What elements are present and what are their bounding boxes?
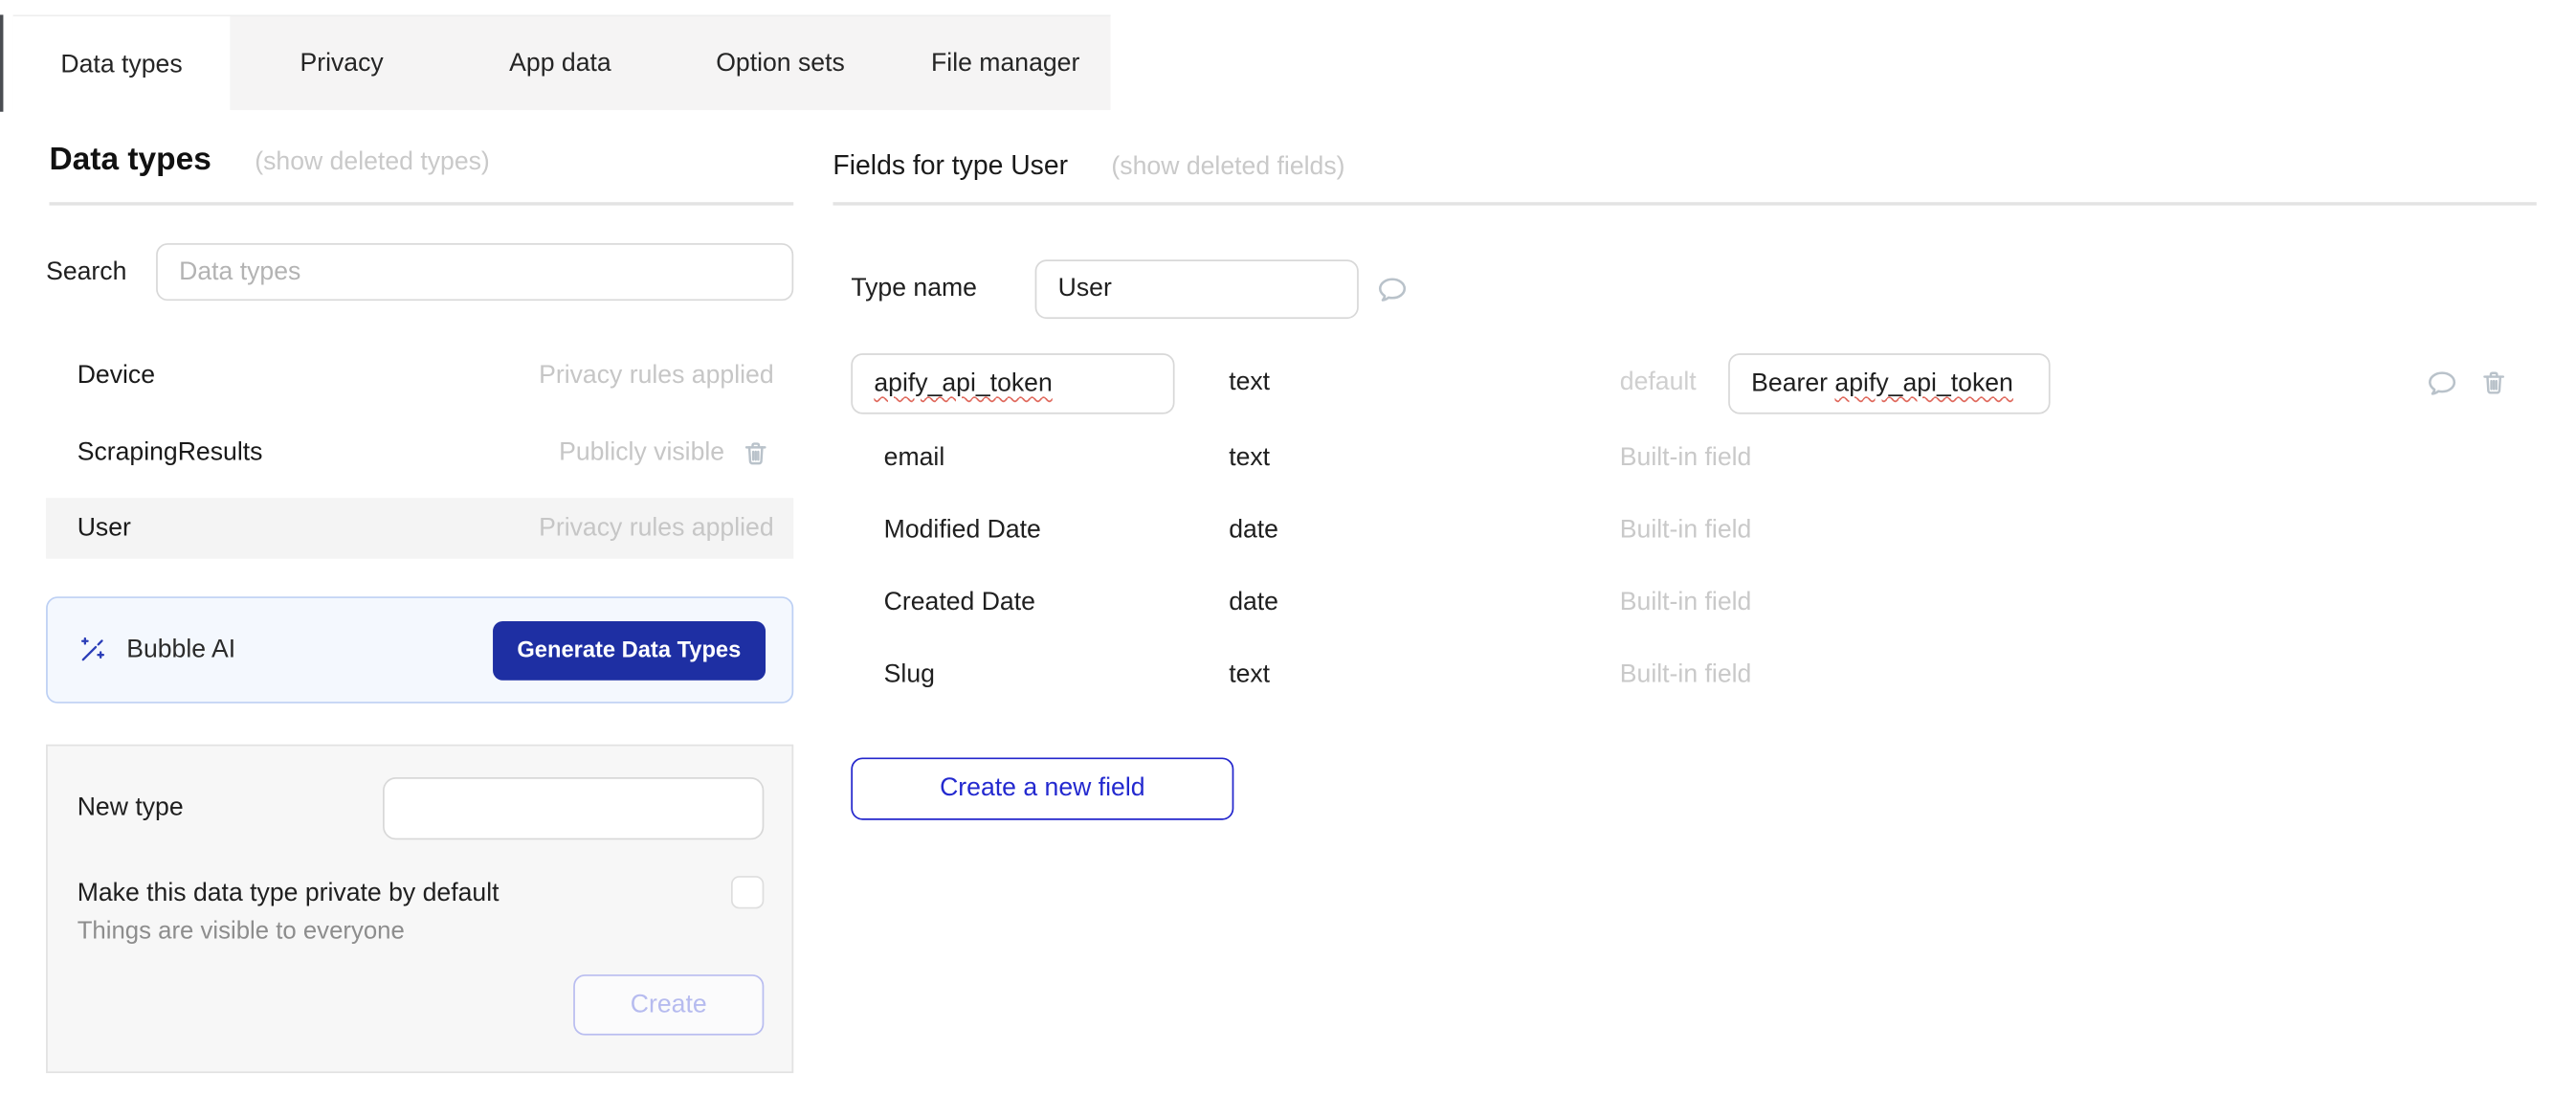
type-status: Publicly visible — [559, 438, 724, 468]
tab-label: App data — [509, 49, 611, 78]
type-name: User — [78, 514, 131, 544]
field-type: text — [1229, 444, 1270, 474]
trash-icon[interactable] — [2479, 369, 2509, 398]
field-name: Created Date — [884, 589, 1035, 618]
field-name: Slug — [884, 660, 935, 690]
show-deleted-types-link[interactable]: (show deleted types) — [255, 148, 490, 176]
tab-label: Privacy — [300, 49, 383, 78]
left-panel-divider — [50, 202, 794, 205]
private-by-default-label: Make this data type private by default — [78, 880, 500, 909]
field-type: date — [1229, 589, 1278, 618]
builtin-field-note: Built-in field — [1620, 444, 1752, 474]
tab-label: Option sets — [716, 49, 845, 78]
tab-app-data[interactable]: App data — [461, 16, 658, 110]
field-name: Modified Date — [884, 516, 1041, 546]
tab-privacy[interactable]: Privacy — [243, 16, 440, 110]
tab-bar: Data types Privacy App data Option sets … — [13, 14, 1111, 110]
left-panel-header: Data types (show deleted types) — [50, 142, 490, 179]
field-row-apify-api-token: apify_api_token text default Bearer apif… — [833, 353, 2536, 414]
left-panel-title: Data types — [50, 142, 211, 178]
new-type-input[interactable] — [383, 777, 764, 839]
tab-file-manager[interactable]: File manager — [900, 16, 1111, 110]
magic-wand-icon — [78, 635, 109, 666]
tab-data-types[interactable]: Data types — [13, 16, 231, 115]
builtin-field-note: Built-in field — [1620, 660, 1752, 690]
field-type: text — [1229, 369, 1270, 398]
visibility-helper-text: Things are visible to everyone — [78, 917, 405, 945]
type-status: Privacy rules applied — [539, 361, 774, 391]
private-by-default-checkbox[interactable] — [731, 876, 764, 908]
field-type: text — [1229, 660, 1270, 690]
field-type: date — [1229, 516, 1278, 546]
type-name-row: Type name User — [833, 259, 2536, 319]
trash-icon[interactable] — [741, 438, 770, 468]
type-name: ScrapingResults — [78, 438, 263, 468]
new-type-label: New type — [78, 794, 184, 823]
builtin-field-note: Built-in field — [1620, 516, 1752, 546]
create-new-field-button[interactable]: Create a new field — [851, 757, 1233, 819]
search-row: Search — [46, 243, 793, 301]
field-name-input[interactable]: apify_api_token — [851, 353, 1174, 414]
field-name: email — [884, 444, 945, 474]
type-row-device[interactable]: Device Privacy rules applied — [46, 346, 793, 407]
field-default-input[interactable]: Bearer apify_api_token — [1728, 353, 2050, 414]
type-row-user[interactable]: User Privacy rules applied — [46, 498, 793, 559]
show-deleted-fields-link[interactable]: (show deleted fields) — [1111, 153, 1344, 181]
type-name-input[interactable]: User — [1035, 259, 1359, 319]
generate-data-types-button[interactable]: Generate Data Types — [493, 620, 766, 680]
tab-label: File manager — [931, 49, 1079, 78]
search-input[interactable] — [156, 243, 793, 301]
bubble-ai-label: Bubble AI — [126, 636, 235, 665]
type-status: Privacy rules applied — [539, 514, 774, 544]
right-panel-divider — [833, 202, 2536, 205]
window-edge-line — [0, 14, 3, 111]
tab-option-sets[interactable]: Option sets — [681, 16, 878, 110]
right-panel-title: Fields for type User — [833, 151, 1068, 181]
comment-icon[interactable] — [1375, 273, 1410, 307]
type-name: Device — [78, 361, 155, 391]
search-label: Search — [46, 257, 126, 287]
default-label: default — [1620, 369, 1697, 398]
tab-label: Data types — [60, 51, 182, 80]
create-type-button[interactable]: Create — [573, 974, 764, 1036]
builtin-field-note: Built-in field — [1620, 589, 1752, 618]
type-row-scrapingresults[interactable]: ScrapingResults Publicly visible — [46, 422, 793, 483]
new-type-card: New type Make this data type private by … — [46, 745, 793, 1073]
right-panel-header: Fields for type User (show deleted field… — [833, 151, 1344, 183]
type-name-label: Type name — [851, 275, 977, 304]
comment-icon[interactable] — [2425, 367, 2459, 401]
bubble-ai-card: Bubble AI Generate Data Types — [46, 596, 793, 704]
